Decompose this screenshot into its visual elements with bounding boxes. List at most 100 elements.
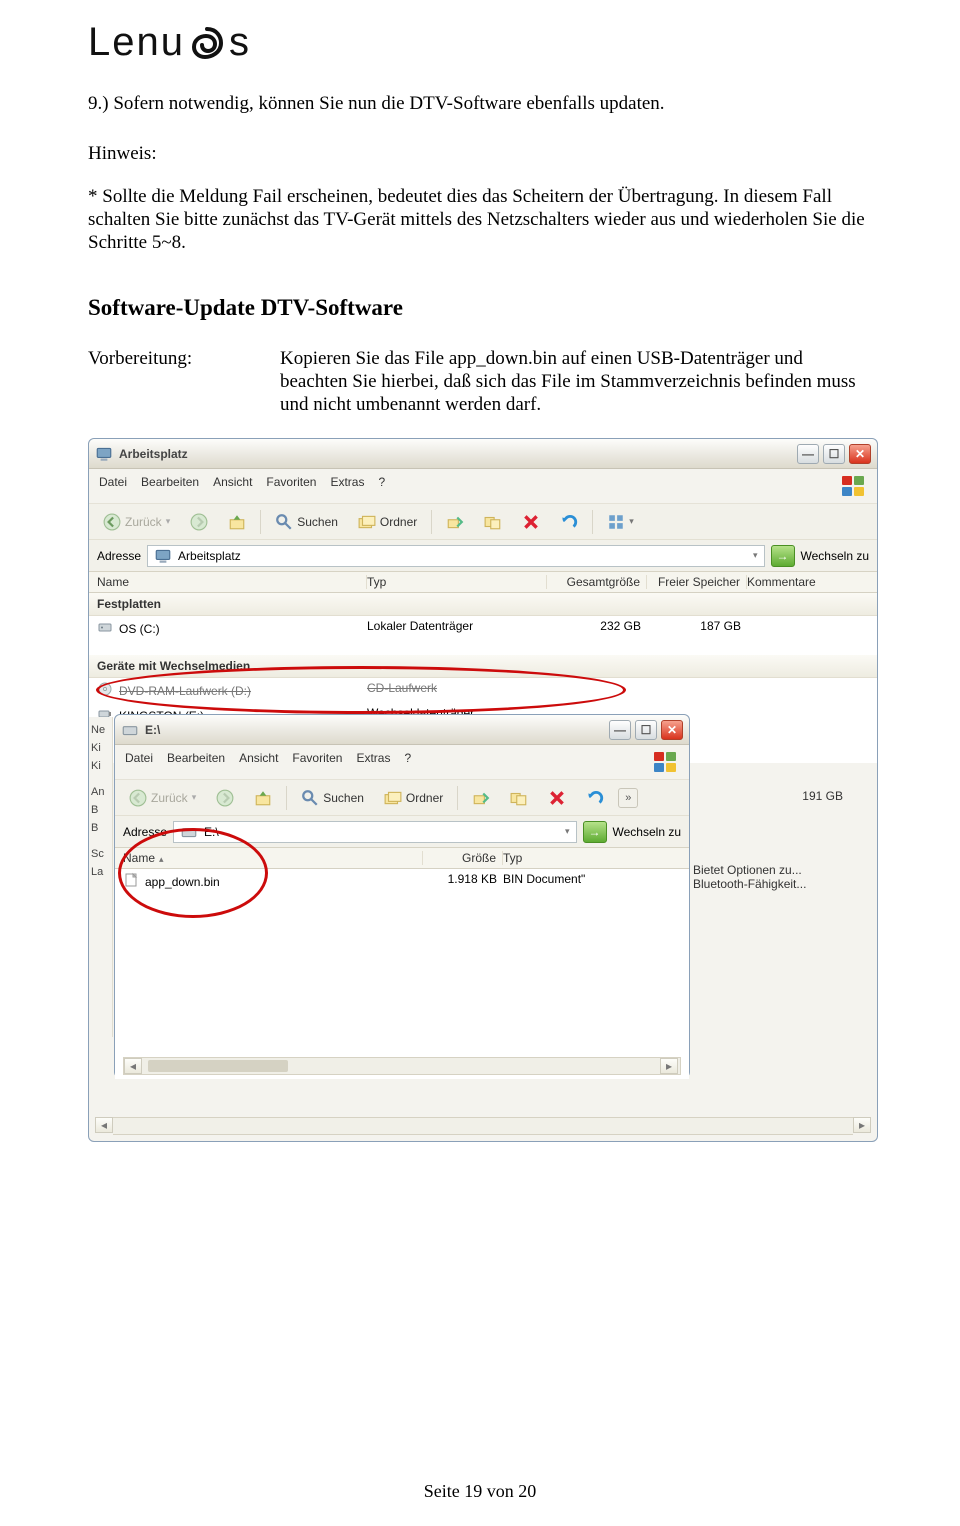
- delete-x-icon: [548, 789, 566, 807]
- col-typ[interactable]: Typ: [503, 851, 689, 865]
- close-button[interactable]: ✕: [849, 444, 871, 464]
- search-icon: [301, 789, 319, 807]
- menubar-main: Datei Bearbeiten Ansicht Favoriten Extra…: [89, 469, 877, 504]
- maximize-button[interactable]: ☐: [635, 720, 657, 740]
- minimize-button[interactable]: —: [797, 444, 819, 464]
- forward-button[interactable]: [210, 786, 240, 810]
- up-folder-icon: [254, 789, 272, 807]
- delete-x-icon: [522, 513, 540, 531]
- address-value: Arbeitsplatz: [178, 549, 241, 563]
- move-to-button[interactable]: [466, 786, 496, 810]
- hint-body: * Sollte die Meldung Fail erscheinen, be…: [88, 185, 872, 255]
- back-button[interactable]: Zurück ▾: [97, 510, 176, 534]
- folders-icon: [358, 513, 376, 531]
- scroll-thumb[interactable]: [148, 1060, 288, 1072]
- menu-ansicht[interactable]: Ansicht: [213, 475, 252, 497]
- menu-favoriten[interactable]: Favoriten: [292, 751, 342, 773]
- copy-to-button[interactable]: [478, 510, 508, 534]
- intro-text: 9.) Sofern notwendig, können Sie nun die…: [88, 93, 872, 115]
- window-title: Arbeitsplatz: [119, 447, 791, 461]
- dropdown-icon[interactable]: ▾: [753, 550, 758, 561]
- undo-button[interactable]: [580, 786, 610, 810]
- dvd-icon: [97, 681, 113, 700]
- col-name[interactable]: Name: [97, 575, 367, 589]
- forward-arrow-icon: [190, 513, 208, 531]
- delete-button[interactable]: [516, 510, 546, 534]
- dropdown-icon[interactable]: ▾: [565, 826, 570, 837]
- maximize-button[interactable]: ☐: [823, 444, 845, 464]
- computer-icon: [154, 547, 172, 565]
- window-title-sub: E:\: [145, 723, 603, 737]
- search-button[interactable]: Suchen: [269, 510, 344, 534]
- minimize-button[interactable]: —: [609, 720, 631, 740]
- menu-datei[interactable]: Datei: [125, 751, 153, 773]
- titlebar-main[interactable]: Arbeitsplatz — ☐ ✕: [89, 439, 877, 469]
- back-button[interactable]: Zurück▾: [123, 786, 202, 810]
- menu-extras[interactable]: Extras: [330, 475, 364, 497]
- row-app-down-bin[interactable]: app_down.bin 1.918 KB BIN Document": [115, 869, 689, 894]
- row-os-c[interactable]: OS (C:) Lokaler Datenträger 232 GB 187 G…: [89, 616, 877, 641]
- titlebar-sub[interactable]: E:\ — ☐ ✕: [115, 715, 689, 745]
- section-heading: Software-Update DTV-Software: [88, 295, 872, 321]
- menu-extras[interactable]: Extras: [356, 751, 390, 773]
- move-to-icon: [472, 789, 490, 807]
- addressbar-sub: Adresse E:\ ▾ → Wechseln zu: [115, 816, 689, 848]
- move-to-button[interactable]: [440, 510, 470, 534]
- menu-datei[interactable]: Datei: [99, 475, 127, 497]
- column-headers-main: Name Typ Gesamtgröße Freier Speicher Kom…: [89, 572, 877, 593]
- menu-bearbeiten[interactable]: Bearbeiten: [167, 751, 225, 773]
- group-festplatten: Festplatten: [89, 593, 877, 616]
- copy-to-icon: [510, 789, 528, 807]
- undo-button[interactable]: [554, 510, 584, 534]
- col-typ[interactable]: Typ: [367, 575, 547, 589]
- prep-label: Vorbereitung:: [88, 347, 238, 417]
- page-footer: Seite 19 von 20: [0, 1481, 960, 1502]
- undo-icon: [560, 513, 578, 531]
- scroll-left-icon[interactable]: ◂: [95, 1117, 113, 1133]
- go-button[interactable]: →: [583, 821, 607, 843]
- col-total[interactable]: Gesamtgröße: [547, 575, 647, 589]
- menu-help[interactable]: ?: [378, 475, 385, 497]
- windows-flag-icon: [841, 475, 867, 497]
- up-button[interactable]: [222, 510, 252, 534]
- toolbar-overflow-button[interactable]: »: [618, 788, 638, 808]
- menu-favoriten[interactable]: Favoriten: [266, 475, 316, 497]
- row-dvd-d[interactable]: DVD-RAM-Laufwerk (D:) CD-Laufwerk: [89, 678, 877, 703]
- screenshot-composite: Arbeitsplatz — ☐ ✕ Datei Bearbeiten Ansi…: [88, 438, 878, 1148]
- address-label: Adresse: [97, 549, 141, 563]
- col-free[interactable]: Freier Speicher: [647, 575, 747, 589]
- copy-to-button[interactable]: [504, 786, 534, 810]
- col-comments[interactable]: Kommentare: [747, 575, 877, 589]
- file-icon: [123, 872, 139, 891]
- views-button[interactable]: ▾: [601, 510, 640, 534]
- address-label: Adresse: [123, 825, 167, 839]
- search-button[interactable]: Suchen: [295, 786, 370, 810]
- go-label: Wechseln zu: [801, 549, 869, 563]
- go-arrow-icon: →: [777, 549, 789, 563]
- forward-button[interactable]: [184, 510, 214, 534]
- up-button[interactable]: [248, 786, 278, 810]
- back-arrow-icon: [129, 789, 147, 807]
- logo-text: Lenu: [88, 20, 185, 65]
- folders-button[interactable]: Ordner: [378, 786, 449, 810]
- go-button[interactable]: →: [771, 545, 795, 567]
- address-input[interactable]: E:\ ▾: [173, 821, 576, 843]
- folders-button[interactable]: Ordner: [352, 510, 423, 534]
- menu-bearbeiten[interactable]: Bearbeiten: [141, 475, 199, 497]
- delete-button[interactable]: [542, 786, 572, 810]
- address-input[interactable]: Arbeitsplatz ▾: [147, 545, 764, 567]
- scrollbar-main[interactable]: ◂ ▸: [95, 1117, 871, 1135]
- scroll-left-icon[interactable]: ◂: [124, 1058, 142, 1074]
- scrollbar-sub[interactable]: ◂ ▸: [123, 1057, 681, 1075]
- group-wechselmedien: Geräte mit Wechselmedien: [89, 655, 877, 678]
- scroll-right-icon[interactable]: ▸: [660, 1058, 678, 1074]
- menu-help[interactable]: ?: [404, 751, 411, 773]
- menu-ansicht[interactable]: Ansicht: [239, 751, 278, 773]
- left-edge-fragments: Ne Ki Ki An B B Sc La: [89, 717, 113, 1037]
- close-button[interactable]: ✕: [661, 720, 683, 740]
- col-name[interactable]: Name▴: [123, 851, 423, 865]
- col-size[interactable]: Größe: [423, 851, 503, 865]
- go-label: Wechseln zu: [613, 825, 681, 839]
- computer-icon: [95, 445, 113, 463]
- scroll-right-icon[interactable]: ▸: [853, 1117, 871, 1133]
